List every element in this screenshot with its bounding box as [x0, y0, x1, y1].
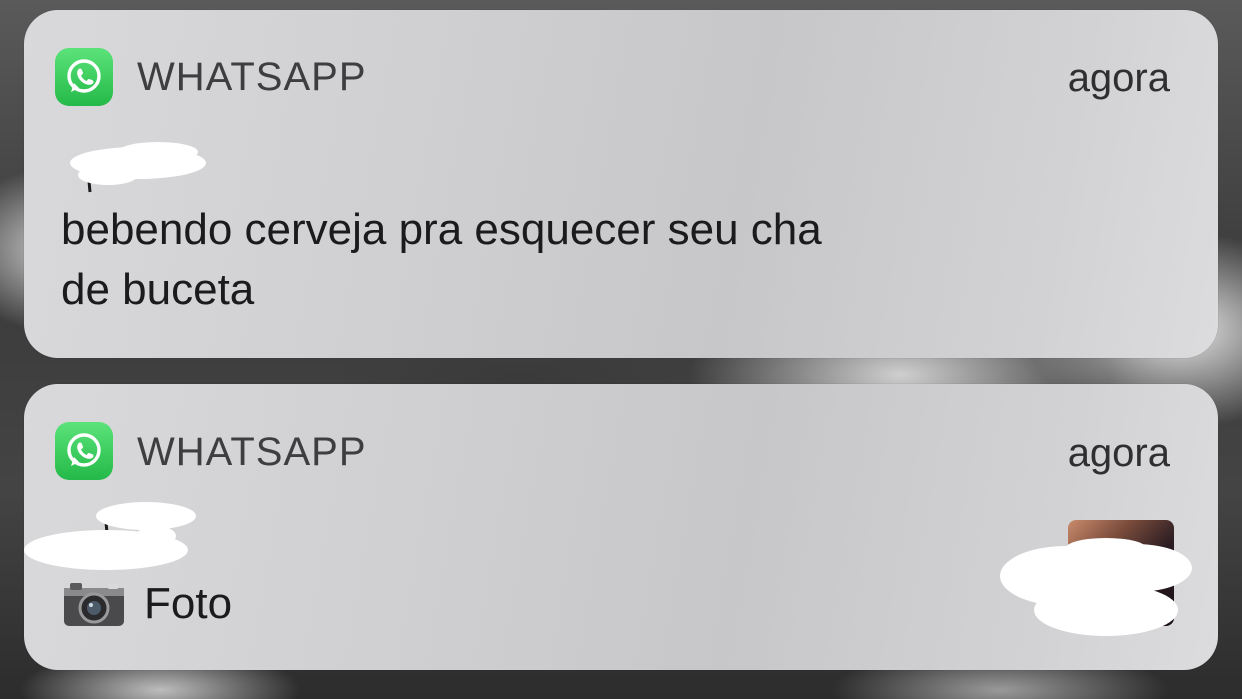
notification-message: bebendo cerveja pra esquecer seu cha de …: [61, 200, 1021, 320]
whatsapp-icon: [55, 48, 113, 106]
app-name: WHATSAPP: [137, 55, 367, 99]
attachment-row: Foto: [62, 579, 232, 629]
redacted-thumbnail: [1000, 538, 1192, 636]
redacted-sender: [70, 142, 206, 193]
whatsapp-icon: [55, 422, 113, 480]
message-line-2: de buceta: [61, 265, 255, 314]
notification-card-2[interactable]: WHATSAPP agora Foto: [24, 384, 1218, 670]
notification-card-1[interactable]: WHATSAPP agora bebendo cerveja pra esque…: [24, 10, 1218, 358]
camera-icon: [64, 583, 124, 626]
redacted-sender: [24, 502, 196, 570]
notification-time: agora: [1067, 431, 1170, 475]
message-line-1: bebendo cerveja pra esquecer seu cha: [61, 205, 822, 254]
photo-thumbnail[interactable]: [1000, 520, 1192, 636]
app-name: WHATSAPP: [137, 430, 367, 474]
notification-time: agora: [1067, 56, 1170, 100]
attachment-label: Foto: [144, 579, 233, 628]
